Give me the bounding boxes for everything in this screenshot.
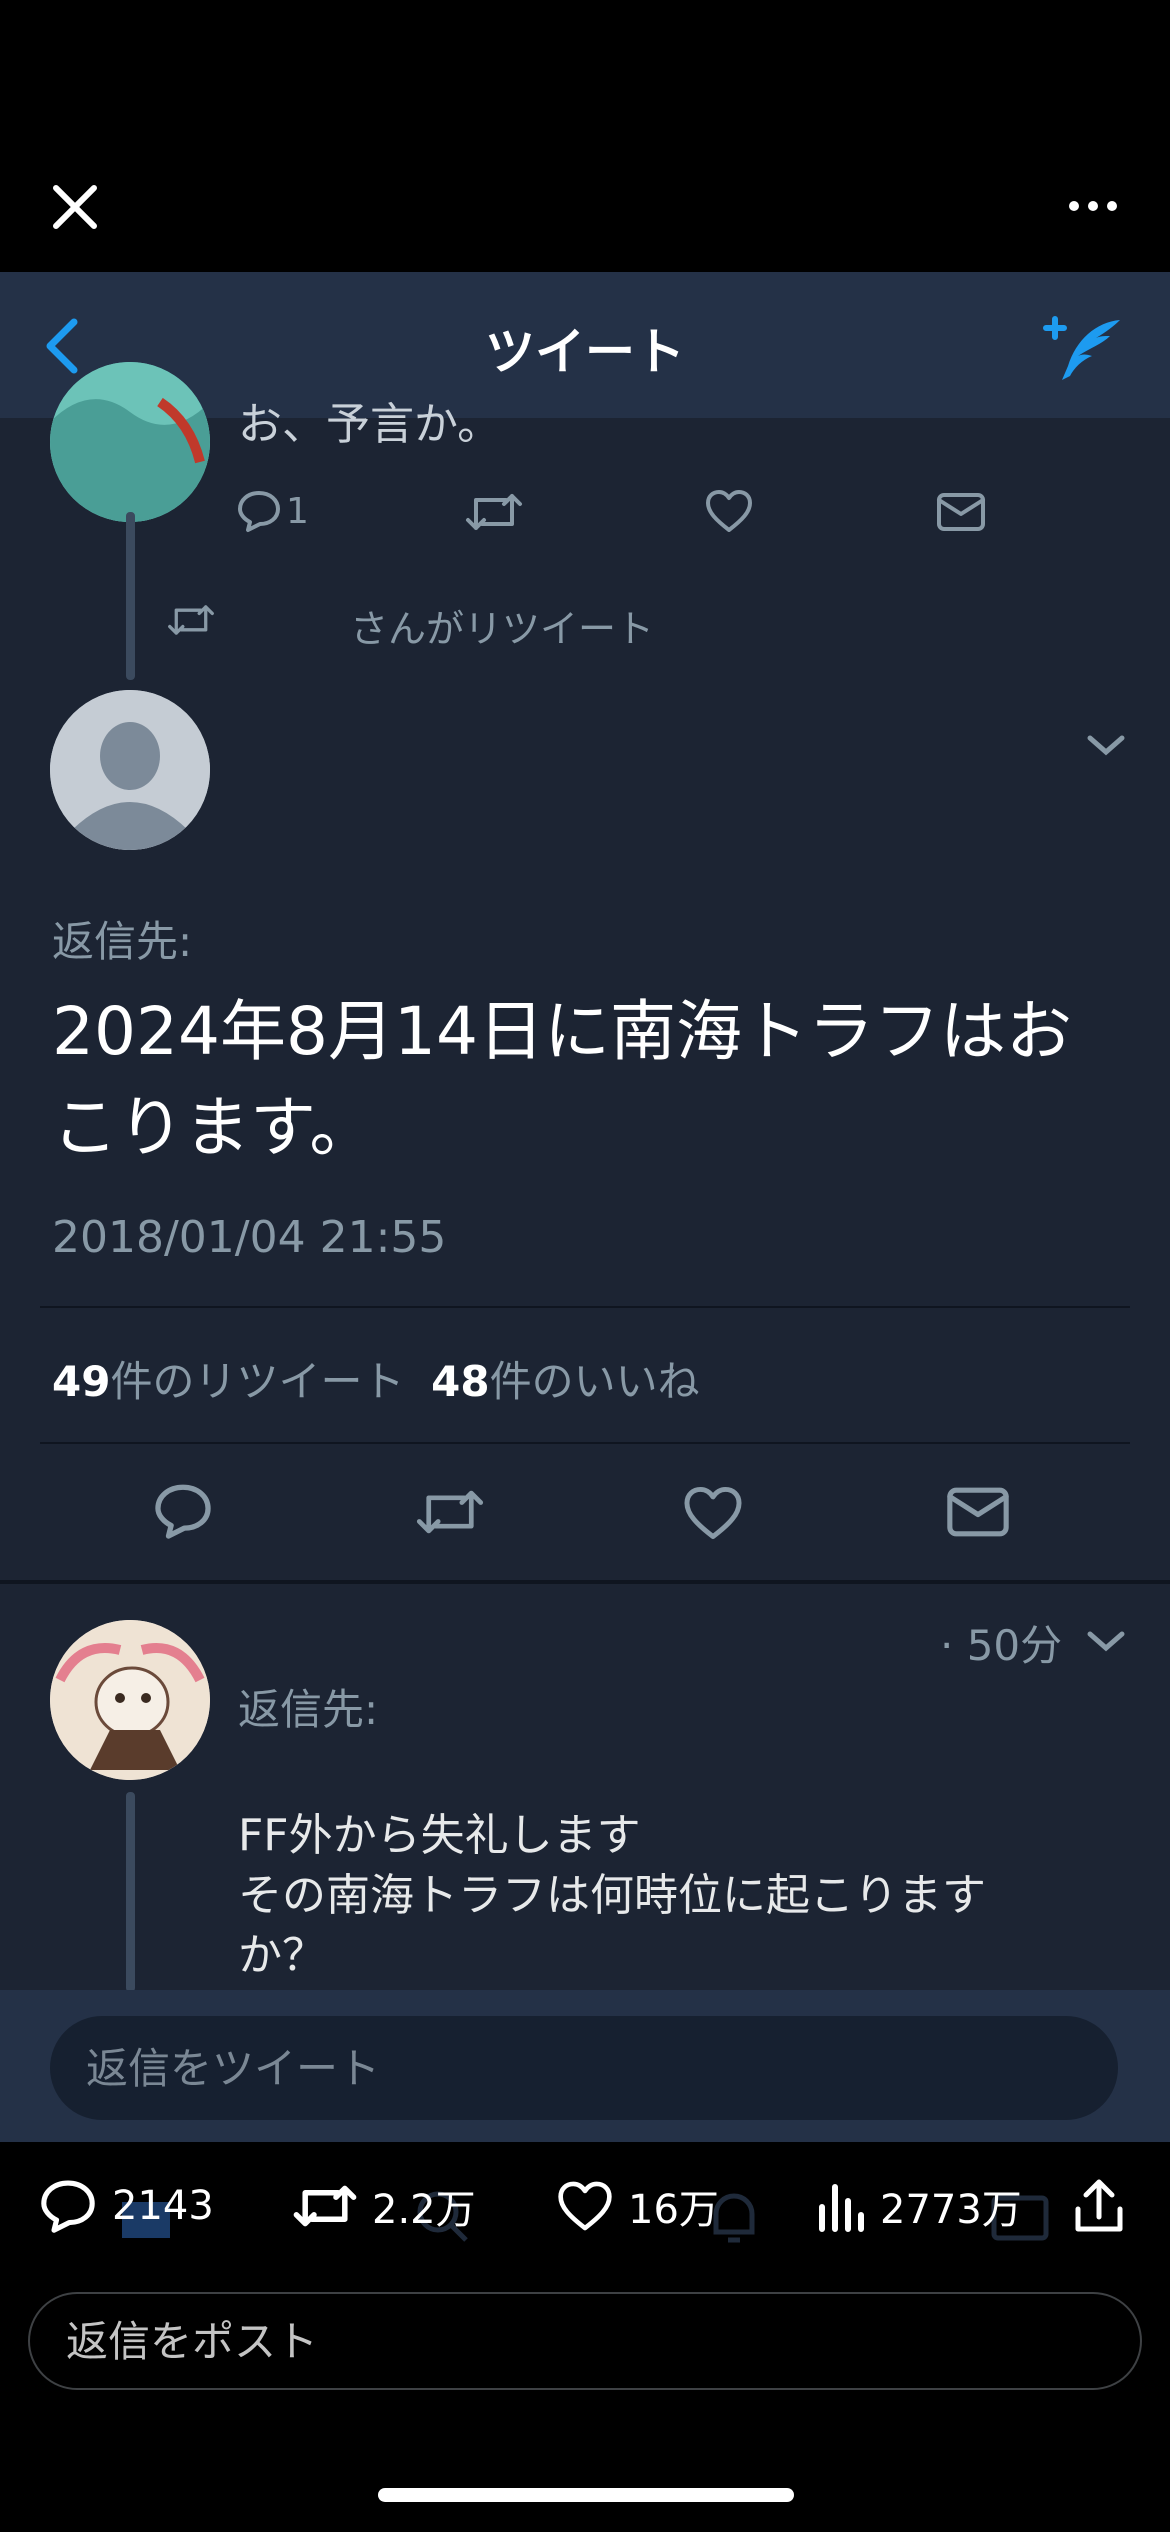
reply-icon (236, 489, 282, 533)
like-count: 48 (431, 1357, 490, 1406)
repost-count: 2.2万 (372, 2187, 476, 2233)
default-avatar (50, 690, 210, 850)
tweet-text: 2024年8月14日に南海トラフはおこります。 (52, 993, 1072, 1166)
divider (40, 1306, 1130, 1308)
reply-button[interactable]: 2143 (38, 2176, 214, 2236)
thread-line (126, 1792, 135, 1992)
share-button[interactable] (1072, 2176, 1126, 2236)
message-icon (936, 492, 986, 532)
reply-to-label: 返信先: (52, 917, 193, 966)
retweet-count: 49 (52, 1357, 111, 1406)
retweet-count-label: 件のリツイート (110, 1357, 405, 1406)
avatar (50, 1620, 210, 1780)
retweeted-icon (166, 602, 216, 638)
like-button[interactable]: 16万 (556, 2176, 719, 2236)
like-icon (704, 488, 754, 534)
close-icon[interactable] (48, 180, 102, 234)
home-indicator[interactable] (378, 2488, 794, 2502)
chevron-down-icon (1084, 1626, 1128, 1656)
reply-line: FF外から失礼します (238, 1810, 641, 1861)
bar-chart-icon (816, 2179, 866, 2233)
views-count: 2773万 (880, 2187, 1022, 2233)
tweet-timestamp: 2018/01/04 21:55 (52, 1212, 447, 1263)
tweet-reply-input (50, 2016, 1118, 2120)
like-count: 16万 (628, 2187, 719, 2233)
divider (0, 1580, 1170, 1584)
like-icon (682, 1484, 744, 1542)
page-title: ツイート (485, 323, 685, 381)
compose-tweet-icon (1040, 314, 1124, 384)
retweet-banner: さんがリツイート (350, 607, 655, 651)
heart-icon (556, 2179, 614, 2233)
reply-to-label: 返信先: (238, 1685, 379, 1734)
embedded-screenshot: ツイート お、予言か。 1 さんがリツイート 返信先: 2024年8月14日に南… (0, 272, 1170, 2142)
reply-line: その南海トラフは何時位に起こります (238, 1870, 986, 1921)
prev-reply-action: 1 (236, 486, 309, 536)
chevron-down-icon (1084, 730, 1128, 760)
repost-icon (292, 2181, 358, 2231)
prev-tweet-text: お、予言か。 (238, 399, 502, 450)
divider (40, 1442, 1130, 1444)
retweet-icon (414, 1486, 486, 1538)
reply-timestamp: · 50分 (940, 1621, 1063, 1670)
reply-icon (152, 1482, 214, 1540)
like-count-label: 件のいいね (489, 1357, 700, 1406)
reply-count: 1 (286, 490, 309, 532)
tweet-stats: 49件のリツイート 48件のいいね (52, 1348, 700, 1409)
message-icon (946, 1486, 1010, 1538)
share-icon (1072, 2177, 1126, 2235)
thread-line (126, 512, 135, 680)
reply-text: FF外から失礼します その南海トラフは何時位に起こります か？ (238, 1806, 1118, 1986)
repost-button[interactable]: 2.2万 (292, 2176, 476, 2236)
views-button[interactable]: 2773万 (816, 2176, 1022, 2236)
avatar (50, 362, 210, 522)
reply-icon (38, 2178, 98, 2234)
reply-count: 2143 (112, 2183, 214, 2229)
reply-post-input[interactable] (28, 2292, 1142, 2390)
retweet-icon (464, 490, 524, 534)
more-horizontal-icon[interactable] (1068, 196, 1118, 216)
reply-line: か？ (238, 1930, 326, 1981)
